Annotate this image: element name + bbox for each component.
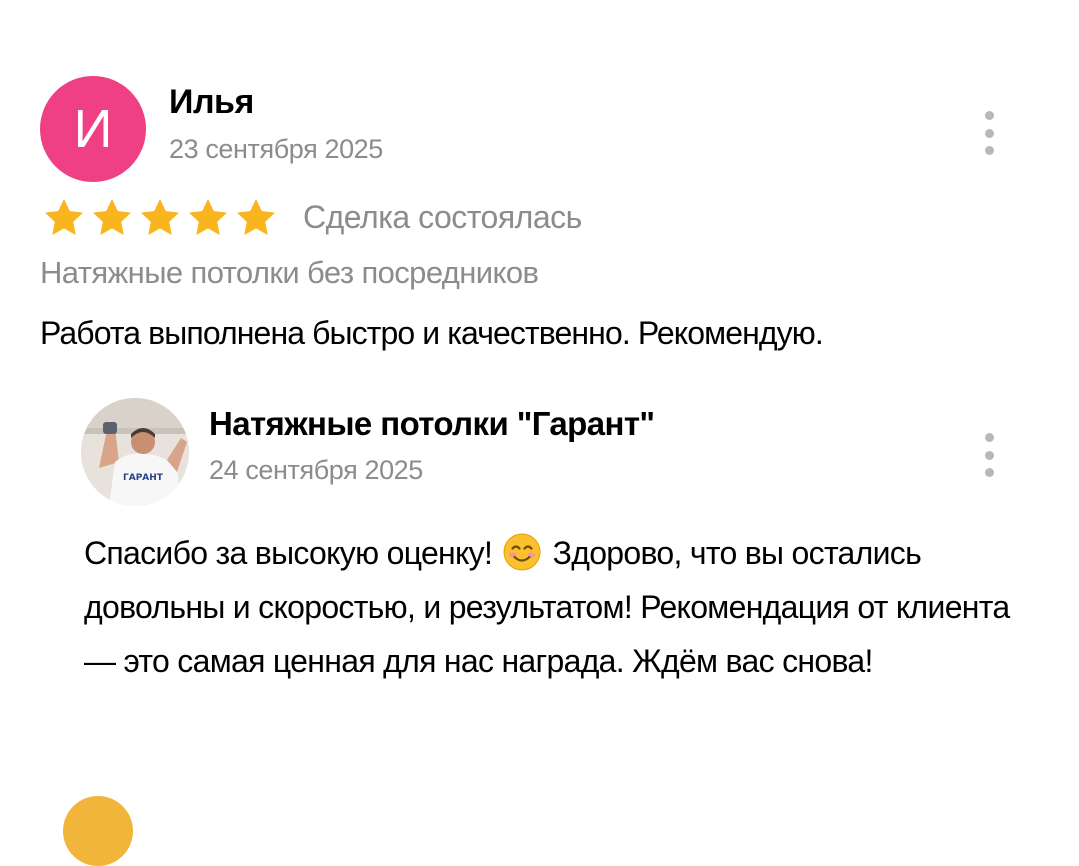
author-avatar[interactable]: И	[40, 76, 146, 182]
next-review-avatar[interactable]	[63, 796, 133, 866]
star-icon	[141, 198, 179, 235]
star-icon	[189, 198, 227, 235]
more-vertical-icon	[984, 111, 994, 120]
service-name[interactable]: Натяжные потолки без посредников	[40, 255, 539, 291]
seller-avatar[interactable]: ГАРАНТ	[81, 398, 189, 506]
deal-status: Сделка состоялась	[303, 199, 582, 235]
review-text: Работа выполнена быстро и качественно. Р…	[40, 315, 824, 351]
svg-text:ГАРАНТ: ГАРАНТ	[123, 473, 164, 483]
more-vertical-icon	[984, 433, 994, 442]
seller-name[interactable]: Натяжные потолки "Гарант"	[209, 405, 655, 443]
star-icon	[237, 198, 275, 235]
reply-date: 24 сентября 2025	[209, 455, 423, 485]
review-date: 23 сентября 2025	[169, 134, 383, 164]
smiling-face-emoji-icon	[503, 533, 541, 571]
seller-avatar-photo: ГАРАНТ	[81, 398, 189, 506]
author-name[interactable]: Илья	[169, 83, 254, 122]
rating-stars	[42, 196, 278, 240]
star-icon	[45, 198, 83, 235]
review-more-options-button[interactable]	[974, 111, 1004, 155]
reply-text-part: Спасибо за высокую оценку!	[84, 535, 493, 571]
star-icon	[93, 198, 131, 235]
reply-text: Спасибо за высокую оценку! Здорово, что …	[84, 526, 1024, 688]
reply-more-options-button[interactable]	[974, 433, 1004, 477]
